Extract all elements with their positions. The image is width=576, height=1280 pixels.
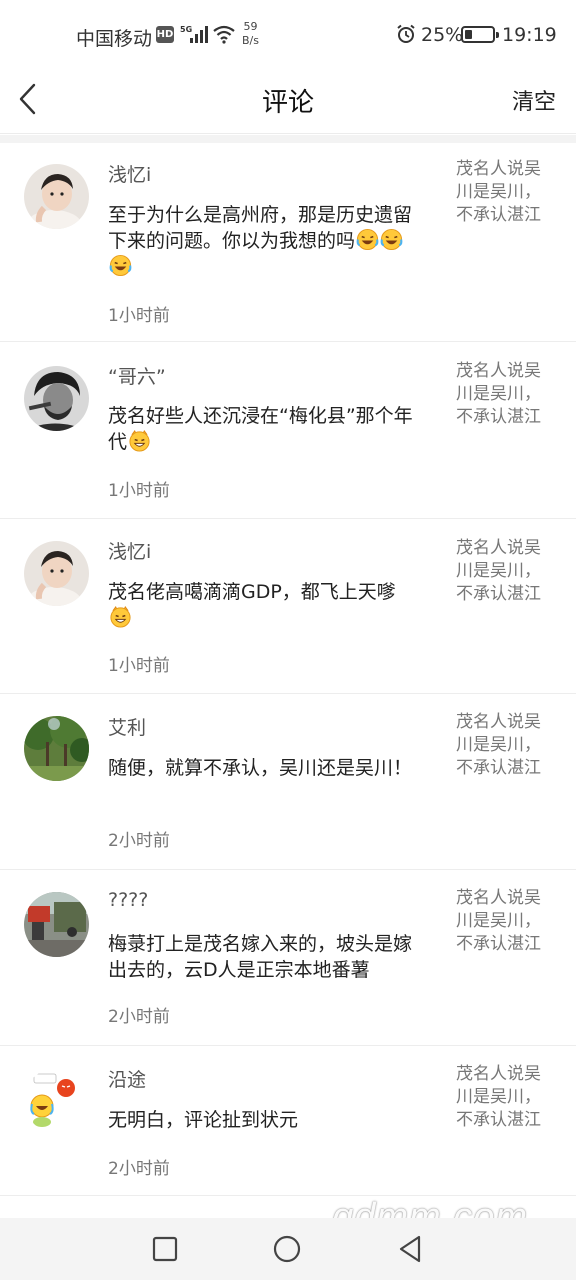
alarm-icon <box>396 24 416 44</box>
laugh-cry-emoji-icon <box>380 228 403 251</box>
comment-content: 茂名好些人还沉浸在“梅化县”那个年代 <box>108 403 418 455</box>
comment-item[interactable]: ???? 梅菉打上是茂名嫁入来的，坡头是嫁出去的，云D人是正宗本地番薯 2小时前… <box>0 870 576 1046</box>
comment-text: 茂名好些人还沉浸在“梅化县”那个年代 <box>108 405 413 453</box>
comment-username[interactable]: 沿途 <box>108 1065 146 1092</box>
man-cigar-photo-image <box>24 366 89 431</box>
avatar[interactable] <box>24 1068 89 1133</box>
status-bar: 中国移动 HD 5G 59 B/s 25% 19:19 <box>0 0 576 70</box>
comment-item[interactable]: 沿途 无明白，评论扯到状元 2小时前 茂名人说吴川是吴川，不承认湛江 <box>0 1046 576 1196</box>
avatar[interactable] <box>24 164 89 229</box>
comment-content: 无明白，评论扯到状元 <box>108 1109 299 1131</box>
comment-content: 至于为什么是高州府，那是历史遗留下来的问题。你以为我想的吗 <box>108 202 418 280</box>
triangle-back-icon[interactable] <box>396 1234 426 1264</box>
comment-item[interactable]: 浅忆i 茂名佬高噶滴滴GDP，都飞上天嗲 1小时前 茂名人说吴川是吴川，不承认湛… <box>0 519 576 694</box>
comment-username[interactable]: “哥六” <box>108 362 166 389</box>
section-divider <box>0 135 576 143</box>
square-recent-icon[interactable] <box>150 1234 180 1264</box>
laugh-cry-emoji-icon <box>356 228 379 251</box>
grin-face-emoji-icon <box>129 430 150 452</box>
comment-username[interactable]: 浅忆i <box>108 160 151 187</box>
page-title: 评论 <box>261 88 314 118</box>
comment-time: 1小时前 <box>108 306 170 326</box>
circle-home-icon[interactable] <box>272 1234 302 1264</box>
avatar[interactable] <box>24 366 89 431</box>
comment-username[interactable]: 艾利 <box>108 713 146 740</box>
comment-item[interactable]: “哥六” 茂名好些人还沉浸在“梅化县”那个年代 1小时前 茂名人说吴川是吴川，不… <box>0 342 576 519</box>
comment-time: 2小时前 <box>108 1007 170 1027</box>
comment-time: 2小时前 <box>108 1159 170 1179</box>
comment-username[interactable]: ???? <box>108 889 148 911</box>
header-bar: 评论 清空 <box>0 70 576 134</box>
carrier-label: 中国移动 <box>76 28 153 50</box>
street-photo-image <box>24 892 89 957</box>
comment-item[interactable]: 浅忆i 至于为什么是高州府，那是历史遗留下来的问题。你以为我想的吗 1小时前 茂… <box>0 143 576 342</box>
comment-content: 随便，就算不承认，吴川还是吴川！ <box>108 757 413 779</box>
avatar[interactable] <box>24 716 89 781</box>
comment-content: 梅菉打上是茂名嫁入来的，坡头是嫁出去的，云D人是正宗本地番薯 <box>108 933 413 981</box>
network-speed: 59 B/s <box>242 20 259 48</box>
comment-time: 1小时前 <box>108 656 170 676</box>
quoted-post[interactable]: 茂名人说吴川是吴川，不承认湛江 <box>456 537 556 606</box>
signal-icon: 5G <box>180 24 210 44</box>
clock: 19:19 <box>502 24 557 46</box>
quoted-post[interactable]: 茂名人说吴川是吴川，不承认湛江 <box>456 887 556 956</box>
grin-face-emoji-icon <box>110 606 131 628</box>
hd-icon: HD <box>156 26 174 43</box>
trees-photo-image <box>24 716 89 781</box>
speed-value: 59 <box>243 20 258 33</box>
quoted-post[interactable]: 茂名人说吴川是吴川，不承认湛江 <box>456 158 556 227</box>
comment-content: 茂名佬高噶滴滴GDP，都飞上天嗲 <box>108 579 418 631</box>
comment-item[interactable]: 艾利 随便，就算不承认，吴川还是吴川！ 2小时前 茂名人说吴川是吴川，不承认湛江 <box>0 694 576 870</box>
comment-time: 2小时前 <box>108 831 170 851</box>
wifi-icon <box>212 24 236 44</box>
avatar[interactable] <box>24 892 89 957</box>
toddler-photo-image <box>24 164 89 229</box>
laugh-cry-emoji-icon <box>109 254 132 277</box>
sticker-image <box>24 1068 89 1133</box>
system-navigation-bar <box>0 1218 576 1280</box>
clear-button[interactable]: 清空 <box>512 84 556 116</box>
quoted-post[interactable]: 茂名人说吴川是吴川，不承认湛江 <box>456 1063 556 1132</box>
quoted-post[interactable]: 茂名人说吴川是吴川，不承认湛江 <box>456 711 556 780</box>
speed-unit: B/s <box>242 34 259 47</box>
battery-percent: 25% <box>421 24 464 46</box>
comment-username[interactable]: 浅忆i <box>108 537 151 564</box>
toddler-photo-image <box>24 541 89 606</box>
comment-text: 茂名佬高噶滴滴GDP，都飞上天嗲 <box>108 581 396 603</box>
battery-icon <box>461 26 499 43</box>
avatar[interactable] <box>24 541 89 606</box>
comment-time: 1小时前 <box>108 481 170 501</box>
comment-list: 浅忆i 至于为什么是高州府，那是历史遗留下来的问题。你以为我想的吗 1小时前 茂… <box>0 143 576 1196</box>
quoted-post[interactable]: 茂名人说吴川是吴川，不承认湛江 <box>456 360 556 429</box>
network-label: 5G <box>180 25 192 34</box>
